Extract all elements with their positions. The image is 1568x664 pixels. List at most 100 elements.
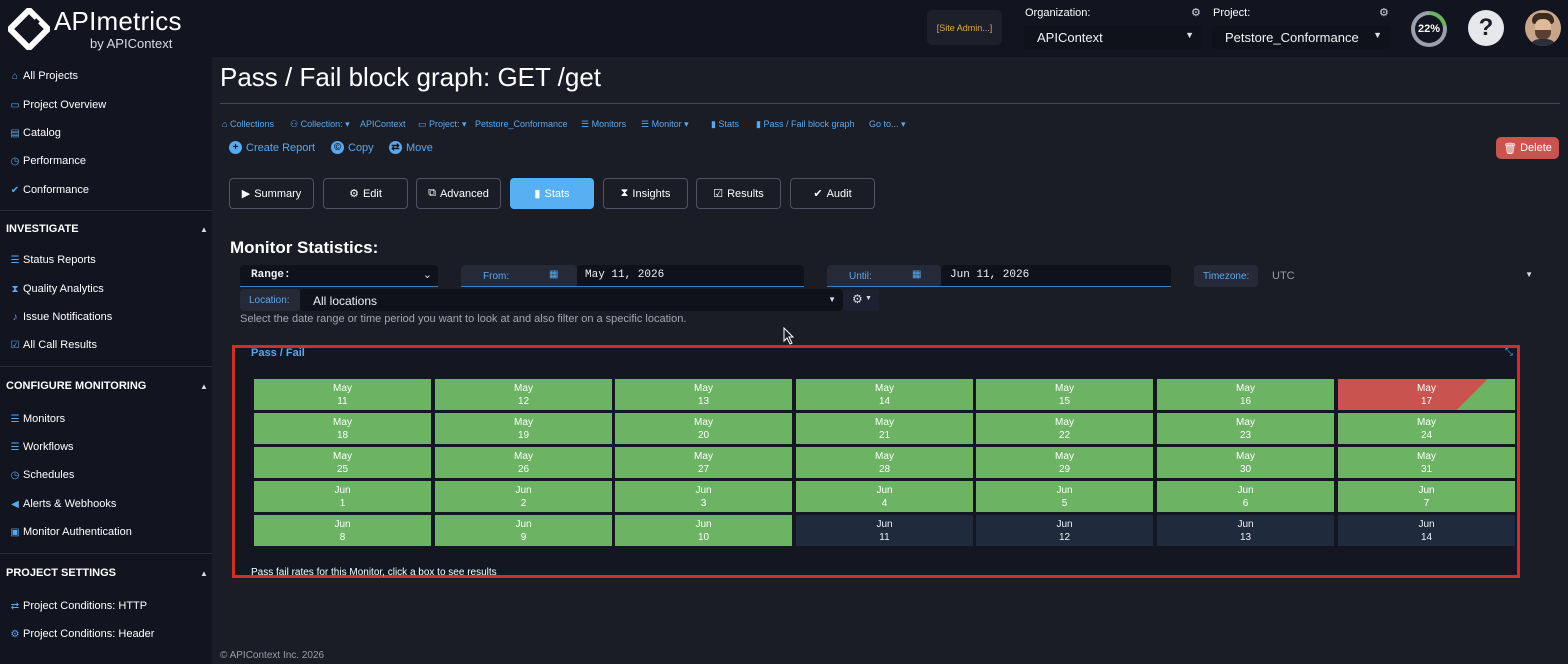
- pass-fail-cell[interactable]: Jun 2: [435, 481, 612, 512]
- tab-insights[interactable]: ⧗ Insights: [603, 178, 688, 209]
- question-icon[interactable]: ?: [1468, 10, 1504, 46]
- breadcrumb-goto-menu[interactable]: Go to... ▾: [869, 119, 906, 130]
- chevron-up-icon[interactable]: ▲: [200, 569, 208, 578]
- sidebar-item-status-reports[interactable]: ☰ Status Reports: [10, 254, 96, 266]
- sidebar-item-issue-notifications[interactable]: ♪ Issue Notifications: [10, 311, 113, 323]
- calendar-icon[interactable]: ▦: [549, 269, 558, 280]
- pass-fail-cell[interactable]: Jun 14: [1338, 515, 1515, 546]
- sidebar-item-all-projects[interactable]: ⌂ All Projects: [10, 70, 78, 82]
- pass-fail-cell[interactable]: May 18: [254, 413, 431, 444]
- pass-fail-cell[interactable]: Jun 6: [1157, 481, 1334, 512]
- pass-fail-cell[interactable]: May 20: [615, 413, 792, 444]
- pass-fail-cell[interactable]: May 19: [435, 413, 612, 444]
- sidebar-item-monitor-authentication[interactable]: ▣ Monitor Authentication: [10, 526, 132, 538]
- range-select[interactable]: Range: ⌄: [240, 265, 438, 287]
- pass-fail-cell[interactable]: Jun 12: [976, 515, 1153, 546]
- timezone-label: Timezone:: [1203, 270, 1250, 282]
- sidebar-item-monitors[interactable]: ☰ Monitors: [10, 413, 66, 425]
- pass-fail-cell[interactable]: May 30: [1157, 447, 1334, 478]
- tab-advanced[interactable]: ⧉ Advanced: [416, 178, 501, 209]
- pass-fail-cell[interactable]: May 26: [435, 447, 612, 478]
- pass-fail-cell[interactable]: Jun 8: [254, 515, 431, 546]
- breadcrumb-collections[interactable]: ⌂ Collections: [222, 119, 274, 129]
- pass-fail-cell[interactable]: May 29: [976, 447, 1153, 478]
- tab-results[interactable]: ☑ Results: [696, 178, 781, 209]
- pass-fail-cell[interactable]: May 28: [796, 447, 973, 478]
- sidebar-item-project-overview[interactable]: ▭ Project Overview: [10, 99, 106, 111]
- pass-fail-cell[interactable]: May 16: [1157, 379, 1334, 410]
- cell-day: 21: [878, 429, 891, 441]
- timezone-select[interactable]: UTC ▼: [1258, 265, 1539, 287]
- pass-fail-cell[interactable]: May 22: [976, 413, 1153, 444]
- pass-fail-cell[interactable]: May 31: [1338, 447, 1515, 478]
- until-date-input[interactable]: Jun 11, 2026: [941, 265, 1171, 287]
- cell-day: 28: [878, 463, 891, 475]
- copy-button[interactable]: © Copy: [331, 141, 374, 154]
- pass-fail-cell[interactable]: May 14: [796, 379, 973, 410]
- tab-edit[interactable]: ⚙ Edit: [323, 178, 408, 209]
- sidebar-item-quality-analytics[interactable]: ⧗ Quality Analytics: [10, 283, 103, 295]
- sidebar-item-project-conditions-header[interactable]: ⚙ Project Conditions: Header: [10, 628, 155, 640]
- pass-fail-cell[interactable]: May 27: [615, 447, 792, 478]
- pass-fail-cell[interactable]: May 12: [435, 379, 612, 410]
- sidebar-item-performance[interactable]: ◷ Performance: [10, 155, 86, 167]
- delete-button[interactable]: 🗑 Delete: [1496, 137, 1559, 159]
- section-header-project-settings[interactable]: PROJECT SETTINGS: [6, 567, 116, 579]
- breadcrumb-stats[interactable]: ▮ Stats: [711, 119, 739, 130]
- location-settings-button[interactable]: ⚙ ▼: [843, 289, 879, 311]
- organization-select[interactable]: APIContext ▼: [1024, 25, 1202, 49]
- breadcrumb-collection-value[interactable]: APIContext: [360, 119, 406, 129]
- sidebar-item-schedules[interactable]: ◷ Schedules: [10, 469, 75, 481]
- sidebar-item-project-conditions-http[interactable]: ⇄ Project Conditions: HTTP: [10, 600, 147, 612]
- breadcrumb-passfail[interactable]: ▮ Pass / Fail block graph: [756, 119, 855, 130]
- move-button[interactable]: ⇄ Move: [389, 141, 433, 154]
- pass-fail-cell[interactable]: May 25: [254, 447, 431, 478]
- create-report-button[interactable]: + Create Report: [229, 141, 315, 154]
- breadcrumb-monitor-menu[interactable]: ☰ Monitor ▾: [641, 119, 689, 130]
- project-select[interactable]: Petstore_Conformance ▼: [1212, 25, 1390, 49]
- organization-settings-gear-icon[interactable]: ⚙: [1191, 6, 1201, 19]
- pass-fail-cell[interactable]: Jun 1: [254, 481, 431, 512]
- chevron-up-icon[interactable]: ▲: [200, 382, 208, 391]
- progress-indicator[interactable]: 22%: [1411, 11, 1447, 47]
- cell-day: 29: [1058, 463, 1071, 475]
- breadcrumb-collection-menu[interactable]: ⚇ Collection: ▾: [290, 119, 350, 130]
- pass-fail-cell[interactable]: May 13: [615, 379, 792, 410]
- pass-fail-cell[interactable]: May 23: [1157, 413, 1334, 444]
- pass-fail-cell[interactable]: Jun 11: [796, 515, 973, 546]
- tab-summary[interactable]: ▶ Summary: [229, 178, 314, 209]
- sidebar-item-catalog[interactable]: ▤ Catalog: [10, 127, 61, 139]
- section-header-configure-monitoring[interactable]: CONFIGURE MONITORING: [6, 380, 146, 392]
- pass-fail-cell[interactable]: Jun 4: [796, 481, 973, 512]
- chevron-up-icon[interactable]: ▲: [200, 225, 208, 234]
- avatar[interactable]: [1525, 10, 1561, 46]
- tab-stats[interactable]: ▮ Stats: [510, 178, 594, 209]
- sidebar-item-all-call-results[interactable]: ☑ All Call Results: [10, 339, 97, 351]
- breadcrumb-project-value[interactable]: Petstore_Conformance: [475, 119, 568, 129]
- pass-fail-cell[interactable]: May 17: [1338, 379, 1515, 410]
- pass-fail-cell[interactable]: Jun 5: [976, 481, 1153, 512]
- pass-fail-cell[interactable]: May 24: [1338, 413, 1515, 444]
- project-settings-gear-icon[interactable]: ⚙: [1379, 6, 1389, 19]
- location-select[interactable]: All locations ▼: [300, 289, 843, 311]
- section-header-investigate[interactable]: INVESTIGATE: [6, 223, 79, 235]
- pass-fail-cell[interactable]: May 15: [976, 379, 1153, 410]
- site-admin-button[interactable]: [Site Admin...]: [927, 10, 1002, 45]
- breadcrumb-monitors[interactable]: ☰ Monitors: [581, 119, 626, 130]
- pass-fail-cell[interactable]: Jun 13: [1157, 515, 1334, 546]
- pass-fail-cell[interactable]: Jun 10: [615, 515, 792, 546]
- tab-audit[interactable]: ✔ Audit: [790, 178, 875, 209]
- sidebar-item-alerts-webhooks[interactable]: ◀ Alerts & Webhooks: [10, 498, 116, 510]
- apimetrics-logo[interactable]: [8, 8, 50, 50]
- pass-fail-cell[interactable]: Jun 3: [615, 481, 792, 512]
- pass-fail-cell[interactable]: May 11: [254, 379, 431, 410]
- breadcrumb-project-menu[interactable]: ▭ Project: ▾: [418, 119, 467, 130]
- calendar-icon[interactable]: ▦: [912, 269, 921, 280]
- sidebar-item-conformance[interactable]: ✔ Conformance: [10, 184, 89, 196]
- from-date-input[interactable]: May 11, 2026: [577, 265, 804, 287]
- pass-fail-cell[interactable]: Jun 9: [435, 515, 612, 546]
- sidebar-item-workflows[interactable]: ☰ Workflows: [10, 441, 74, 453]
- compress-icon[interactable]: ⤡: [1505, 347, 1513, 358]
- pass-fail-cell[interactable]: May 21: [796, 413, 973, 444]
- pass-fail-cell[interactable]: Jun 7: [1338, 481, 1515, 512]
